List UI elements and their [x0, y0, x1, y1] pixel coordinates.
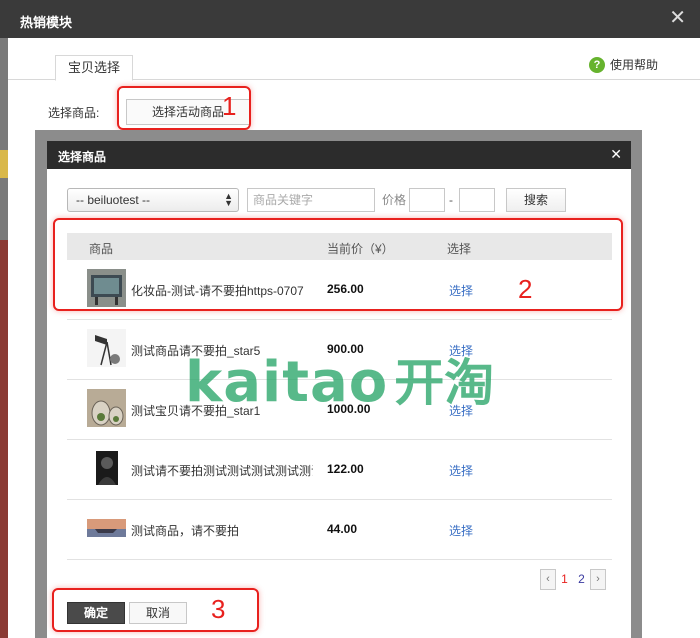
- select-product-dialog: 选择商品 ✕ -- beiluotest -- ▲ ▼ 商品关键字 价格 - 搜索…: [47, 141, 631, 638]
- select-product-link[interactable]: 选择: [449, 402, 473, 419]
- select-product-link[interactable]: 选择: [449, 462, 473, 479]
- price-min-input[interactable]: [409, 188, 445, 212]
- page-2-link[interactable]: 2: [573, 572, 590, 586]
- product-thumbnail: [87, 449, 126, 487]
- price-max-input[interactable]: [459, 188, 495, 212]
- page-1-link[interactable]: 1: [556, 572, 573, 586]
- product-name: 测试商品，请不要拍: [131, 524, 240, 538]
- prev-page-icon[interactable]: ‹: [540, 568, 556, 590]
- callout-box-2: [53, 218, 623, 311]
- product-name: 测试请不要拍测试测试测试测试测试: [131, 464, 313, 478]
- select-product-link[interactable]: 选择: [449, 342, 473, 359]
- product-price: 44.00: [327, 522, 358, 536]
- product-thumbnail: [87, 389, 126, 427]
- product-thumbnail: [87, 509, 126, 547]
- dialog-title: 热销模块: [20, 15, 73, 30]
- help-label: 使用帮助: [609, 58, 658, 72]
- product-name: 测试商品请不要拍_star5: [131, 344, 261, 358]
- table-row: 测试商品请不要拍_star5 900.00 选择: [67, 320, 612, 380]
- callout-box-3: [52, 588, 259, 632]
- callout-number-1: 1: [222, 91, 237, 121]
- help-icon: ?: [588, 56, 605, 73]
- tab-product-selection[interactable]: 宝贝选择: [55, 55, 133, 81]
- callout-number-2: 2: [518, 274, 533, 304]
- select-arrows-icon: ▲ ▼: [224, 191, 233, 208]
- callout-number-3: 3: [211, 594, 226, 624]
- next-page-icon[interactable]: ›: [590, 568, 606, 590]
- table-row: 测试宝贝请不要拍_star1 1000.00 选择: [67, 380, 612, 440]
- price-dash: -: [449, 193, 453, 207]
- select-product-link[interactable]: 选择: [449, 522, 473, 539]
- product-price: 1000.00: [327, 402, 371, 416]
- tab-bar: 宝贝选择 ? 使用帮助: [8, 46, 700, 81]
- select-product-label: 选择商品:: [48, 106, 100, 120]
- shop-select-value: -- beiluotest --: [76, 193, 151, 207]
- dialog-header: 热销模块 ✕: [0, 0, 700, 38]
- inner-dialog-header: 选择商品 ✕: [47, 141, 631, 169]
- shop-select[interactable]: -- beiluotest -- ▲ ▼: [67, 188, 239, 212]
- keyword-input[interactable]: 商品关键字: [247, 188, 375, 212]
- table-row: 测试请不要拍测试测试测试测试测试 122.00 选择: [67, 440, 612, 500]
- inner-close-icon[interactable]: ✕: [610, 146, 622, 163]
- product-thumbnail: [87, 329, 126, 367]
- search-button[interactable]: 搜索: [506, 188, 566, 212]
- pagination: ‹ 1 2 ›: [540, 568, 606, 590]
- close-icon[interactable]: ✕: [669, 8, 686, 28]
- product-price: 900.00: [327, 342, 364, 356]
- inner-dialog-title: 选择商品: [58, 150, 107, 164]
- product-name: 测试宝贝请不要拍_star1: [131, 404, 261, 418]
- table-row: 测试商品，请不要拍 44.00 选择: [67, 500, 612, 560]
- product-price: 122.00: [327, 462, 364, 476]
- price-label: 价格: [382, 193, 407, 207]
- help-link[interactable]: ? 使用帮助: [588, 56, 658, 73]
